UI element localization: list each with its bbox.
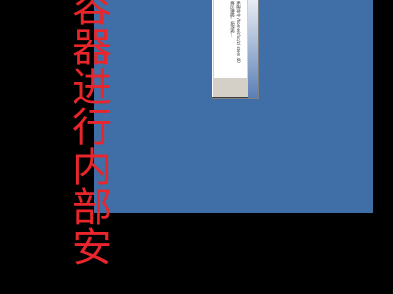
dialog-line-2: 输出数据，请稍候... <box>230 1 235 37</box>
dialog-footer <box>214 80 247 96</box>
dialog-line-1: 新建命令 /home/sfxc/z/ stem 40 <box>236 1 241 63</box>
video-caption: 容器进行内部安 <box>65 0 111 266</box>
dialog-content: 新建命令 /home/sfxc/z/ stem 40 输出数据，请稍候... <box>214 0 247 78</box>
progress-dialog: 新建命令 /home/sfxc/z/ stem 40 输出数据，请稍候... <box>212 0 259 99</box>
dialog-title-strip <box>248 0 258 98</box>
